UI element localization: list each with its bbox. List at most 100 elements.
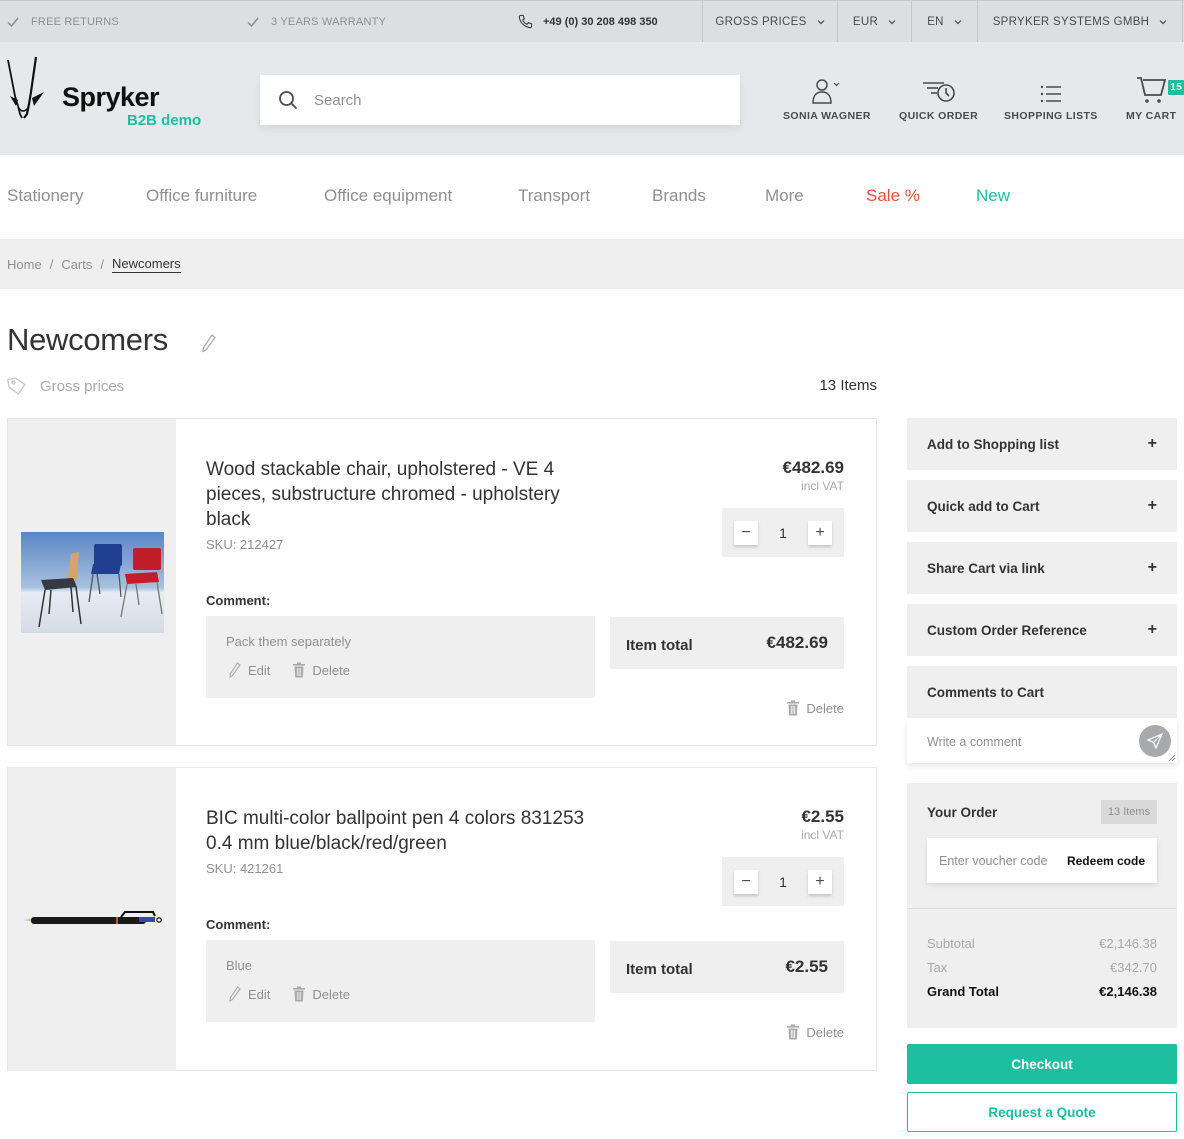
category-stationery[interactable]: Stationery bbox=[7, 186, 84, 206]
category-transport[interactable]: Transport bbox=[518, 186, 590, 206]
delete-item-button[interactable]: Delete bbox=[786, 1024, 844, 1040]
subtotal-row: Subtotal €2,146.38 bbox=[927, 936, 1157, 951]
list-icon bbox=[1040, 85, 1061, 103]
product-price: €482.69 bbox=[782, 458, 844, 477]
delete-item-label: Delete bbox=[806, 700, 844, 716]
user-name: SONIA WAGNER bbox=[783, 110, 871, 122]
product-image[interactable] bbox=[8, 419, 176, 745]
delete-label: Delete bbox=[312, 662, 350, 678]
checkout-button[interactable]: Checkout bbox=[907, 1044, 1177, 1084]
breadcrumb-current: Newcomers bbox=[112, 255, 181, 273]
category-nav: Stationery Office furniture Office equip… bbox=[0, 155, 1184, 239]
category-more[interactable]: More bbox=[765, 186, 804, 206]
spryker-logo-icon bbox=[7, 56, 44, 119]
send-comment-button[interactable] bbox=[1139, 725, 1171, 757]
price-mode-select[interactable]: GROSS PRICES bbox=[702, 1, 837, 42]
trash-icon bbox=[293, 662, 306, 678]
cart-comment-input[interactable] bbox=[907, 719, 1177, 763]
edit-label: Edit bbox=[248, 662, 271, 678]
header: Spryker B2B demo SONIA WAGNER QUICK ORDE… bbox=[0, 42, 1184, 155]
vat-note: incl VAT bbox=[801, 828, 844, 842]
price-mode-label: Gross prices bbox=[40, 377, 125, 395]
delete-comment-button[interactable]: Delete bbox=[292, 662, 350, 678]
subtotal-value: €2,146.38 bbox=[1099, 936, 1157, 951]
item-total-label: Item total bbox=[626, 636, 693, 654]
voucher-form: Redeem code bbox=[927, 838, 1157, 883]
cart-count-badge: 15 bbox=[1168, 80, 1184, 95]
search-input[interactable] bbox=[314, 91, 694, 109]
breadcrumb-separator: / bbox=[100, 256, 104, 272]
product-name[interactable]: Wood stackable chair, upholstered - VE 4… bbox=[206, 457, 606, 532]
cart-label: MY CART bbox=[1126, 110, 1177, 122]
product-name[interactable]: BIC multi-color ballpoint pen 4 colors 8… bbox=[206, 806, 606, 856]
decrease-quantity-button[interactable]: − bbox=[734, 869, 758, 894]
accordion-label: Quick add to Cart bbox=[927, 498, 1040, 514]
tax-value: €342.70 bbox=[1110, 960, 1157, 975]
quick-order-label: QUICK ORDER bbox=[899, 110, 979, 122]
quick-order-icon bbox=[922, 82, 955, 102]
phone-link[interactable]: +49 (0) 30 208 498 350 bbox=[518, 1, 658, 42]
shopping-lists-link[interactable]: SHOPPING LISTS bbox=[1004, 74, 1098, 122]
quantity-value[interactable]: 1 bbox=[779, 525, 787, 541]
edit-comment-button[interactable]: Edit bbox=[228, 986, 270, 1002]
comment-label: Comment: bbox=[206, 593, 271, 608]
quick-order-link[interactable]: QUICK ORDER bbox=[899, 74, 978, 122]
brand-subtitle: B2B demo bbox=[127, 112, 202, 129]
custom-order-reference-toggle[interactable]: Custom Order Reference + bbox=[907, 604, 1177, 656]
search-icon[interactable] bbox=[278, 90, 298, 110]
request-quote-button[interactable]: Request a Quote bbox=[907, 1092, 1177, 1132]
page-title: Newcomers bbox=[7, 322, 168, 357]
brand-name: Spryker bbox=[62, 82, 160, 112]
price-mode-value: GROSS PRICES bbox=[715, 15, 807, 28]
trash-icon bbox=[787, 1024, 800, 1040]
decrease-quantity-button[interactable]: − bbox=[734, 520, 758, 545]
category-new[interactable]: New bbox=[976, 186, 1010, 206]
product-image[interactable] bbox=[8, 768, 176, 1070]
plus-icon: + bbox=[1147, 435, 1157, 452]
quantity-value[interactable]: 1 bbox=[779, 874, 787, 890]
trash-icon bbox=[293, 986, 306, 1002]
voucher-input[interactable] bbox=[939, 853, 1064, 868]
category-office-equipment[interactable]: Office equipment bbox=[324, 186, 452, 206]
item-total: Item total €482.69 bbox=[610, 617, 844, 669]
item-total-value: €482.69 bbox=[766, 633, 828, 652]
currency-value: EUR bbox=[852, 15, 879, 28]
currency-select[interactable]: EUR bbox=[837, 1, 911, 42]
chevron-down-icon bbox=[954, 19, 962, 24]
chevron-down-icon bbox=[888, 19, 896, 24]
cart-link[interactable]: 15 MY CART bbox=[1126, 74, 1184, 122]
breadcrumb-separator: / bbox=[49, 256, 54, 272]
redeem-code-button[interactable]: Redeem code bbox=[1067, 854, 1145, 868]
grand-total-label: Grand Total bbox=[927, 984, 999, 999]
breadcrumb-home[interactable]: Home bbox=[7, 257, 42, 272]
grand-total-row: Grand Total €2,146.38 bbox=[927, 984, 1157, 999]
quantity-stepper: − 1 + bbox=[722, 857, 844, 906]
delete-item-button[interactable]: Delete bbox=[786, 700, 844, 716]
user-icon bbox=[812, 79, 840, 104]
quick-add-to-cart-toggle[interactable]: Quick add to Cart + bbox=[907, 480, 1177, 532]
category-office-furniture[interactable]: Office furniture bbox=[146, 186, 257, 206]
logo[interactable]: Spryker B2B demo bbox=[6, 56, 201, 129]
check-icon bbox=[7, 17, 19, 27]
company-select[interactable]: SPRYKER SYSTEMS GMBH bbox=[977, 1, 1183, 42]
share-cart-toggle[interactable]: Share Cart via link + bbox=[907, 542, 1177, 594]
delete-comment-button[interactable]: Delete bbox=[292, 986, 350, 1002]
product-sku: SKU: 212427 bbox=[206, 537, 284, 552]
increase-quantity-button[interactable]: + bbox=[807, 520, 832, 545]
increase-quantity-button[interactable]: + bbox=[807, 869, 832, 894]
resize-handle-icon[interactable] bbox=[1168, 754, 1176, 762]
category-brands[interactable]: Brands bbox=[652, 186, 706, 206]
chair-product-image bbox=[20, 531, 164, 633]
category-sale[interactable]: Sale % bbox=[866, 186, 920, 206]
order-title: Your Order bbox=[927, 805, 998, 820]
breadcrumb-carts[interactable]: Carts bbox=[61, 257, 92, 272]
language-value: EN bbox=[927, 15, 944, 28]
cart-item: Wood stackable chair, upholstered - VE 4… bbox=[7, 418, 877, 746]
add-to-shopping-list-toggle[interactable]: Add to Shopping list + bbox=[907, 418, 1177, 470]
user-menu[interactable]: SONIA WAGNER bbox=[783, 74, 871, 122]
edit-cart-name-icon[interactable] bbox=[201, 333, 217, 353]
grand-total-value: €2,146.38 bbox=[1099, 984, 1157, 999]
edit-comment-button[interactable]: Edit bbox=[228, 662, 270, 678]
product-price: €2.55 bbox=[801, 807, 844, 826]
language-select[interactable]: EN bbox=[911, 1, 977, 42]
